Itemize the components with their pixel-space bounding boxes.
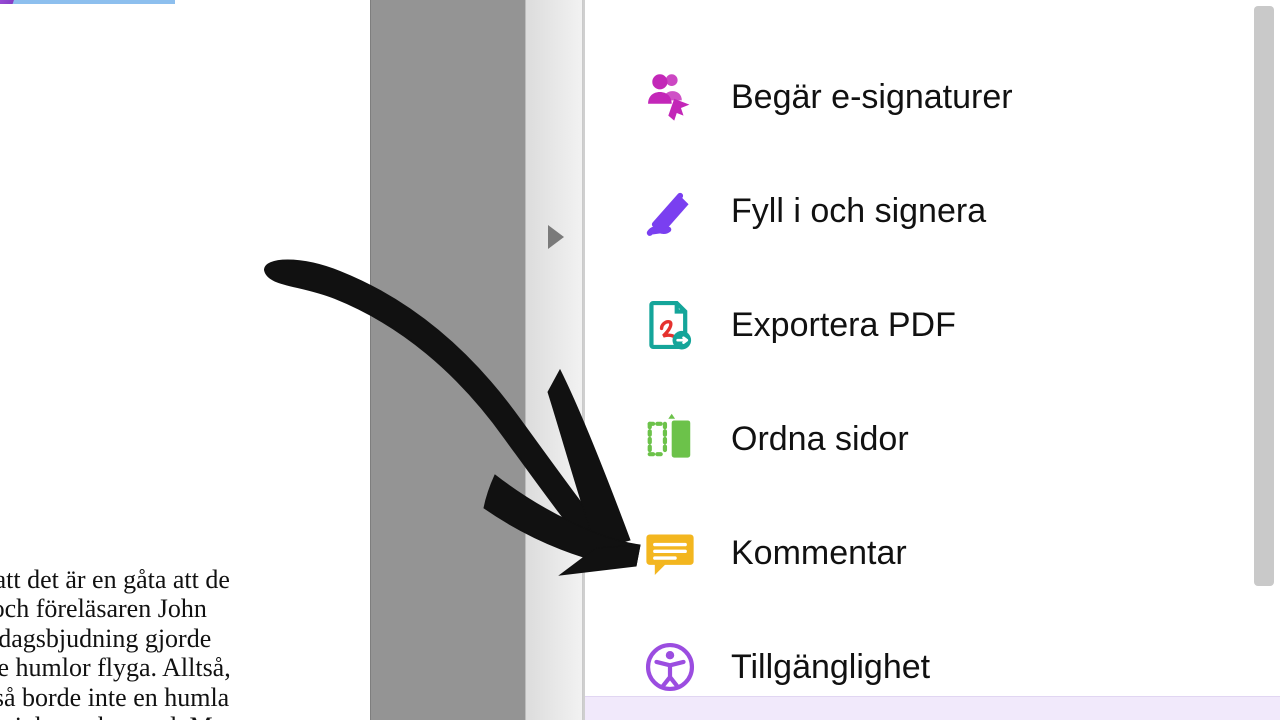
document-image xyxy=(0,0,175,4)
pen-sign-icon xyxy=(643,184,697,238)
tool-list: Begär e-signaturer Fyll i och signera xyxy=(585,0,1280,720)
panel-gutter xyxy=(525,0,583,720)
document-viewport[interactable]: yga, och att det är en gåta att de amike… xyxy=(0,0,525,720)
organize-pages-icon xyxy=(643,412,697,466)
tool-label: Begär e-signaturer xyxy=(731,78,1013,117)
panel-footer-strip xyxy=(585,696,1280,720)
tool-comment[interactable]: Kommentar xyxy=(585,496,1280,610)
tool-organize-pages[interactable]: Ordna sidor xyxy=(585,382,1280,496)
tool-request-signatures[interactable]: Begär e-signaturer xyxy=(585,40,1280,154)
tool-label: Kommentar xyxy=(731,534,907,573)
export-pdf-icon xyxy=(643,298,697,352)
expand-panel-icon[interactable] xyxy=(548,225,564,249)
accessibility-icon xyxy=(643,640,697,694)
tools-panel: Begär e-signaturer Fyll i och signera xyxy=(583,0,1280,720)
comment-icon xyxy=(643,526,697,580)
panel-scrollbar[interactable] xyxy=(1254,6,1274,586)
signature-request-icon xyxy=(643,70,697,124)
tool-label: Fyll i och signera xyxy=(731,192,986,231)
tool-label: Ordna sidor xyxy=(731,420,909,459)
tool-export-pdf[interactable]: Exportera PDF xyxy=(585,268,1280,382)
tool-label: Tillgänglighet xyxy=(731,648,930,687)
document-body-text: yga, och att det är en gåta att de amike… xyxy=(0,565,310,720)
tool-label: Exportera PDF xyxy=(731,306,956,345)
tool-fill-sign[interactable]: Fyll i och signera xyxy=(585,154,1280,268)
